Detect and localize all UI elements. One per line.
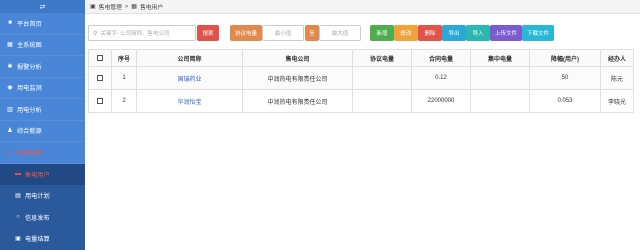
cell-no: 1 [111, 66, 137, 90]
column-header[interactable]: 降幅(用户) [529, 49, 601, 67]
row-checkbox[interactable] [97, 74, 103, 81]
sidebar-item-home[interactable]: ■ 平台首页 [0, 13, 85, 35]
search-icon: ⚲ [93, 30, 98, 37]
sidebar-subitem-power-plan[interactable]: ▤ 用电计划 [0, 185, 85, 207]
search-button[interactable]: 搜索 [197, 25, 219, 41]
column-header[interactable]: 合同电量 [411, 49, 471, 67]
select-all-cell[interactable] [88, 49, 112, 67]
select-all-checkbox[interactable] [97, 54, 103, 61]
sidebar-item-main-diagram[interactable]: ▦ 主系统图 [0, 35, 85, 56]
column-header[interactable]: 集中电量 [470, 49, 530, 67]
cell-decline: 50 [529, 66, 601, 90]
to-label: 至 [305, 25, 319, 41]
company-link[interactable]: 华润怡宝 [177, 100, 201, 106]
delete-button[interactable]: 删除 [418, 25, 442, 41]
column-header[interactable]: 经办人 [600, 49, 634, 67]
sidebar-item-label: 用电监测 [17, 85, 42, 93]
download-file-button[interactable]: 下载文件 [522, 25, 554, 41]
cell-agreed [352, 66, 412, 90]
cell-contract: 22000000 [411, 89, 471, 113]
table-row[interactable]: 2 华润怡宝 中润热电有限责任公司 22000000 0.053 李晓光 [88, 89, 634, 113]
row-checkbox[interactable] [97, 97, 103, 104]
sidebar-subitem-label: 电量结算 [25, 236, 50, 244]
cell-seller: 中润热电有限责任公司 [242, 89, 353, 113]
table-row[interactable]: 1 国瑞药业 中润热电有限责任公司 0.12 50 陈元 [88, 66, 634, 90]
sidebar-item-label: 平台首页 [17, 20, 42, 28]
sidebar-item-power-monitor[interactable]: ◉ 用电监测 [0, 78, 85, 99]
edit-button[interactable]: 修改 [394, 25, 418, 41]
row-select-cell[interactable] [88, 66, 112, 90]
bell-icon: ✱ [7, 63, 13, 70]
chart-icon: ▥ [7, 106, 13, 113]
toolbar: ⚲ 关键字: 公司简称、售电公司 搜索 协议电量 最小值 至 最大值 新增 修改… [88, 25, 640, 41]
sidebar-item-label: 主系统图 [17, 42, 42, 50]
company-link[interactable]: 国瑞药业 [177, 77, 201, 83]
column-header[interactable]: 公司简称 [136, 49, 243, 67]
range-label: 协议电量 [230, 25, 262, 41]
sidebar-item-sales-management[interactable]: ▸ 售电管理 [0, 142, 85, 164]
cell-handler: 陈元 [600, 66, 634, 90]
user-icon: ♟ [7, 128, 13, 135]
sidebar: ⇄ ■ 平台首页 ▦ 主系统图 ✱ 报警分析 ◉ 用电监测 ▥ 用电分析 ♟ 综… [0, 0, 85, 250]
add-button[interactable]: 新增 [370, 25, 394, 41]
sidebar-item-integrated-energy[interactable]: ♟ 综合能源 [0, 121, 85, 142]
upload-file-button[interactable]: 上传文件 [490, 25, 522, 41]
users-table: 序号 公司简称 售电公司 协议电量 合同电量 集中电量 降幅(用户) 经办人 1… [88, 49, 634, 113]
sidebar-item-power-analysis[interactable]: ▥ 用电分析 [0, 99, 85, 121]
cell-centralized [470, 89, 530, 113]
home-icon: ■ [8, 20, 12, 27]
breadcrumb-parent[interactable]: 售电管理 [99, 2, 122, 11]
sidebar-subitem-settlement[interactable]: ▣ 电量结算 [0, 228, 85, 250]
breadcrumb-separator: > [124, 3, 129, 10]
sidebar-subitem-label: 售电用户 [25, 171, 50, 179]
folder-icon: ▸ [8, 149, 12, 156]
sidebar-subitem-label: 信息发布 [25, 214, 50, 222]
column-header[interactable]: 序号 [111, 49, 137, 67]
table-header-row: 序号 公司简称 售电公司 协议电量 合同电量 集中电量 降幅(用户) 经办人 [88, 49, 634, 67]
cell-handler: 李晓光 [600, 89, 634, 113]
row-select-cell[interactable] [88, 89, 112, 113]
diagram-icon: ▦ [7, 42, 13, 49]
column-header[interactable]: 协议电量 [352, 49, 412, 67]
sidebar-item-label: 售电管理 [17, 149, 42, 157]
eye-icon: ◉ [7, 85, 13, 92]
users-icon: ▬ [15, 171, 21, 178]
cell-decline: 0.053 [529, 89, 601, 113]
cell-company: 华润怡宝 [136, 89, 243, 113]
sidebar-item-label: 综合能源 [17, 128, 42, 136]
export-button[interactable]: 导出 [442, 25, 466, 41]
folder-icon: ▣ [90, 4, 96, 10]
sidebar-toggle[interactable]: ⇄ [0, 0, 85, 13]
sidebar-item-alarm-analysis[interactable]: ✱ 报警分析 [0, 56, 85, 78]
receipt-icon: ▣ [15, 236, 21, 243]
cell-no: 2 [111, 89, 137, 113]
max-value-input[interactable]: 最大值 [319, 25, 361, 41]
min-value-input[interactable]: 最小值 [262, 25, 304, 41]
sidebar-item-label: 报警分析 [17, 63, 42, 71]
grid-icon: ▦ [131, 4, 137, 10]
breadcrumb: ▣ 售电管理 > ▦ 售电用户 [85, 0, 640, 14]
cell-company: 国瑞药业 [136, 66, 243, 90]
search-input[interactable]: ⚲ 关键字: 公司简称、售电公司 [88, 25, 196, 41]
sidebar-subitem-label: 用电计划 [25, 193, 50, 201]
sidebar-subitem-sales-users[interactable]: ▬ 售电用户 [0, 163, 85, 185]
cell-seller: 中润热电有限责任公司 [242, 66, 353, 90]
cell-agreed [352, 89, 412, 113]
column-header[interactable]: 售电公司 [242, 49, 353, 67]
document-icon: ▤ [15, 193, 21, 200]
sidebar-subitem-info-release[interactable]: ○ 信息发布 [0, 206, 85, 228]
sidebar-item-label: 用电分析 [17, 106, 42, 114]
circle-icon: ○ [16, 214, 20, 221]
import-button[interactable]: 导入 [466, 25, 490, 41]
cell-centralized [470, 66, 530, 90]
toggle-icon[interactable]: ⇄ [40, 3, 46, 11]
cell-contract: 0.12 [411, 66, 471, 90]
breadcrumb-current: 售电用户 [139, 5, 164, 11]
search-placeholder: 关键字: 公司简称、售电公司 [100, 31, 170, 37]
